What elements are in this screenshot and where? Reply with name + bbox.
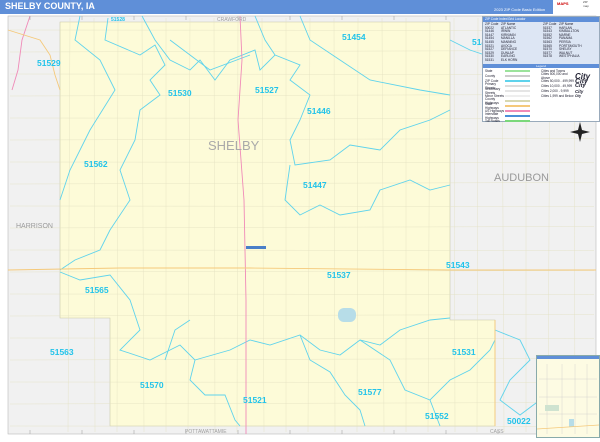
zip-label: 51446: [307, 106, 331, 116]
zip-label: 51565: [85, 285, 109, 295]
legend-swatch: [505, 95, 530, 97]
legend-city-label: Cities 1,999 and Below: [541, 94, 574, 99]
zip-label: 51531: [452, 347, 476, 357]
legend-swatch: [505, 120, 530, 122]
harlan-city-area: [246, 246, 266, 249]
legend-item: Toll Roads: [485, 119, 541, 124]
legend-city-label: Cities 50,000 - 499,999: [541, 79, 574, 84]
zip-label: 51537: [327, 270, 351, 280]
legend-swatch: [505, 115, 530, 117]
legend-city-sample: City: [575, 94, 582, 99]
zip-label: 51529: [37, 58, 61, 68]
county-label-audubon: AUDUBON: [494, 172, 549, 184]
legend-swatch: [505, 85, 530, 87]
county-label-pottawattamie: POTTAWATTAMIE: [185, 429, 227, 435]
zip-label: 51563: [50, 347, 74, 357]
county-label-shelby: SHELBY: [208, 138, 260, 153]
zip-label: 51530: [168, 88, 192, 98]
edition-label: 2023 ZIP Code Basic Edition: [494, 7, 546, 12]
index-row: 51578 WESTPHALIA: [543, 55, 597, 59]
legend-city-sample: City: [575, 88, 584, 94]
legend-label: Toll Roads: [485, 119, 500, 124]
header-bar: SHELBY COUNTY, IA 2023 ZIP Code Basic Ed…: [0, 0, 600, 14]
county-label-cass: CASS: [490, 429, 504, 435]
legend-swatch: [505, 80, 530, 82]
legend-city-item: Cities 500,000 and Above City: [541, 72, 597, 81]
legend-swatch: [505, 75, 530, 77]
inset-streets: [536, 364, 600, 434]
legend-swatch: [505, 90, 530, 92]
legend-city-label: Cities 10,000 - 49,999: [541, 84, 573, 89]
zip-label: 51521: [243, 395, 267, 405]
zip-label: 51447: [303, 180, 327, 190]
zip-name: ELK HORN: [501, 57, 518, 62]
legend-label: State: [485, 69, 493, 74]
zip-label: 51527: [255, 85, 279, 95]
county-label-harrison: HARRISON: [16, 223, 53, 230]
zip-label: 51543: [446, 260, 470, 270]
zip-code: 51531: [485, 57, 494, 62]
zip-index-panel: ZIP Code Index/Grid Locator ZIP Code ZIP …: [482, 16, 600, 124]
zip-label: 51577: [358, 387, 382, 397]
zip-label: 51552: [425, 411, 449, 421]
legend-swatch: [505, 100, 530, 102]
index-column-left: ZIP Code ZIP Name 50022 ATLANTIC 51446 IRWIN 5…: [483, 22, 541, 64]
page-title: SHELBY COUNTY, IA: [5, 1, 95, 11]
inset-map: [536, 355, 600, 438]
zip-code: 51578: [543, 54, 552, 59]
index-row: 51531 ELK HORN: [485, 57, 539, 63]
legend-city-label: Cities 2,000 - 9,999: [541, 89, 569, 94]
zip-name: WESTPHALIA: [559, 54, 580, 59]
index-column-right: ZIP Code ZIP Name 51537 HARLAN 51543 KIMBALLT…: [541, 22, 599, 64]
zip-label: 51570: [140, 380, 164, 390]
legend-swatch: [505, 105, 530, 107]
zip-label: 50022: [507, 416, 531, 426]
zip-label: 51454: [342, 32, 366, 42]
legend-swatch: [505, 70, 530, 72]
county-label-crawford: CRAWFORD: [217, 17, 247, 23]
lake: [338, 308, 356, 322]
legend-swatch: [505, 110, 530, 112]
legend-label: County: [485, 74, 496, 79]
legend-city-item: Cities 1,999 and Below City: [541, 94, 597, 99]
zip-label: 51528: [111, 17, 125, 23]
logo: MAPS ZIP map: [553, 0, 600, 14]
zip-label: 51562: [84, 159, 108, 169]
